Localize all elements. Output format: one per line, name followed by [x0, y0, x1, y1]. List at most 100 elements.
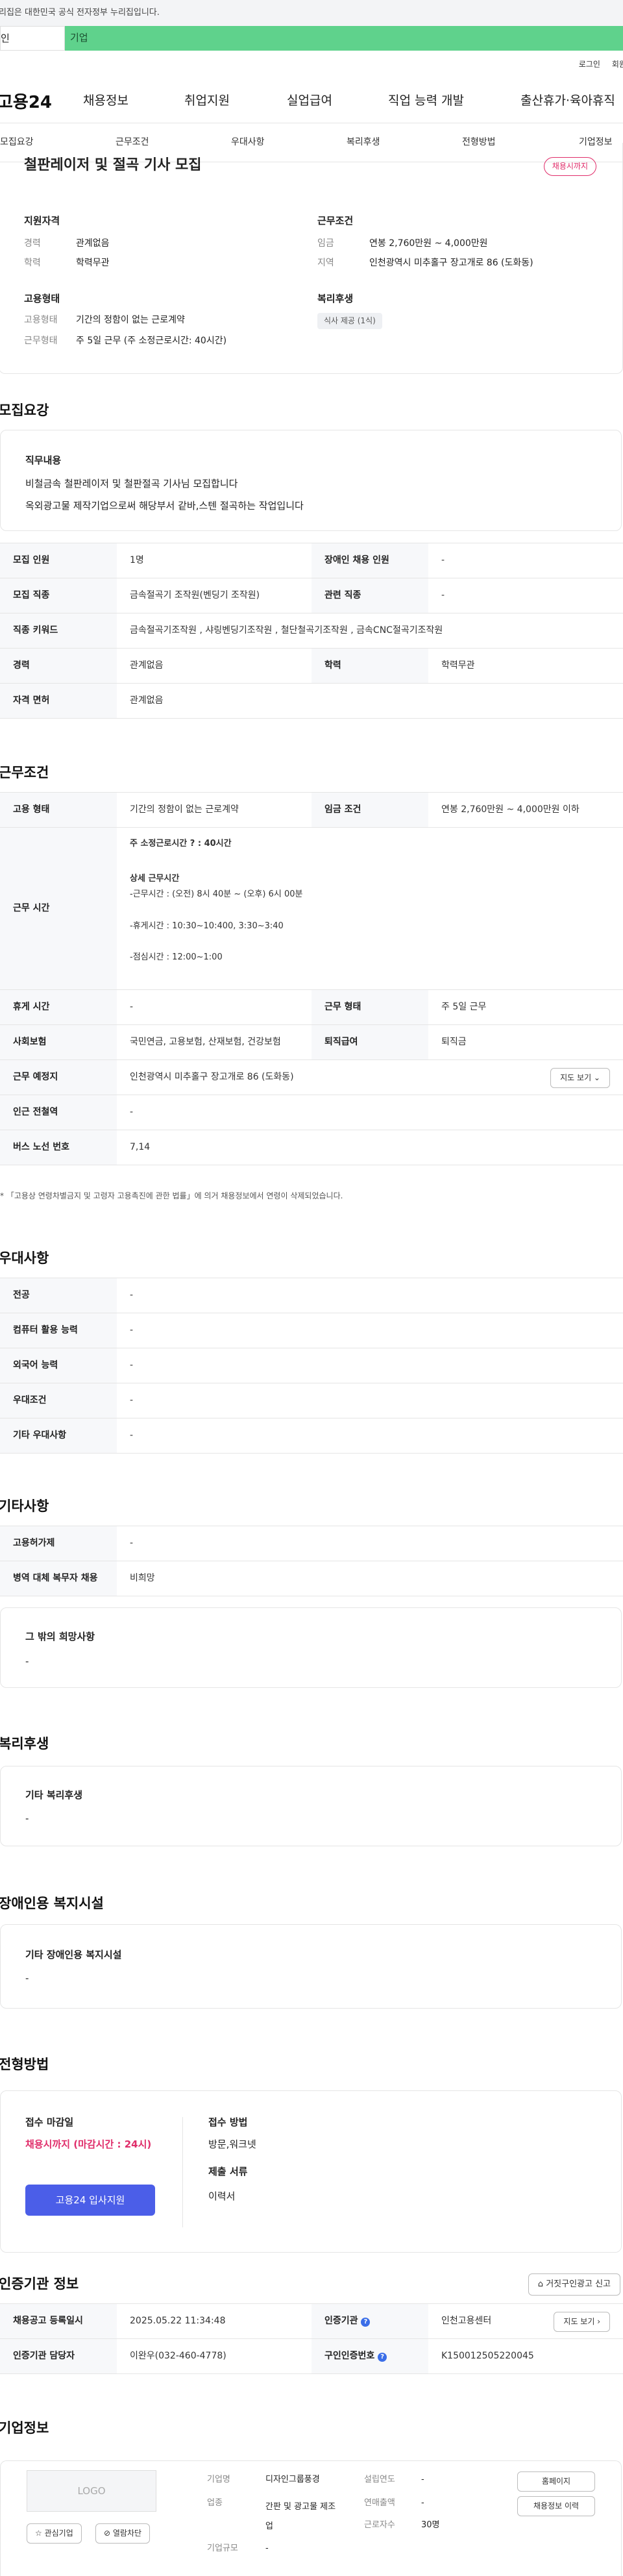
row-label: 직종 키워드 [0, 613, 117, 649]
site-tab-personal[interactable]: 인 [0, 26, 65, 51]
nav-vocational-training[interactable]: 직업 능력 개발 [388, 92, 464, 110]
recruit-table: 모집 인원 1명 장애인 채용 인원 - 모집 직종 금속절곡기 조작원(벤딩기… [0, 543, 623, 719]
login-link[interactable]: 로그인 [579, 59, 600, 70]
row-label: 외국어 능력 [0, 1348, 117, 1383]
site-logo[interactable]: 고용24 [0, 91, 52, 114]
row-value: - [117, 1348, 623, 1383]
false-ad-report-button[interactable]: ⌂ 거짓구인광고 신고 [528, 2273, 620, 2296]
info-icon[interactable]: ? [378, 2352, 387, 2362]
row-value: - [428, 543, 623, 578]
table-row: 우대조건 - [0, 1383, 623, 1418]
job-summary-card: 철판레이저 및 절곡 기사 모집 채용시까지 지원자격 경력 관계없음 학력 학… [0, 143, 623, 374]
apply-button[interactable]: 고용24 입사지원 [25, 2185, 155, 2216]
founded-value: - [421, 2475, 424, 2484]
company-size-value: - [265, 2544, 269, 2553]
row-label: 휴게 시간 [0, 989, 117, 1025]
work-hours-cell: 주 소정근로시간 ? : 40시간 상세 근무시간 -근무시간 : (오전) 8… [117, 827, 623, 990]
favorite-company-button[interactable]: ☆ 관심기업 [27, 2523, 82, 2544]
welfare-section-title: 복리후생 [0, 1736, 49, 1752]
conditions-heading: 근무조건 [317, 215, 354, 227]
conditions-table: 고용 형태 기간의 정함이 없는 근로계약 임금 조건 연봉 2,760만원 ~… [0, 792, 623, 1165]
util-links: 로그인 회원가 [0, 51, 623, 78]
table-row: 모집 인원 1명 장애인 채용 인원 - [0, 543, 623, 578]
row-value: 2025.05.22 11:34:48 [117, 2303, 312, 2339]
hours-line-2: -휴게시간 : 10:30~10:400, 3:30~3:40 [130, 921, 284, 931]
region-value: 인천광역시 미추홀구 장고개로 86 (도화동) [369, 258, 533, 268]
preferences-section-title: 우대사항 [0, 1250, 49, 1266]
row-label: 채용공고 등록일시 [0, 2303, 117, 2339]
staff-label: 근로자수 [364, 2520, 395, 2530]
nav-jobs[interactable]: 채용정보 [83, 92, 128, 110]
career-value: 관계없음 [76, 238, 110, 249]
row-value: - [117, 989, 312, 1025]
row-value: 금속절곡기조작원 , 샤링벤딩기조작원 , 철단철곡기조작원 , 금속CNC절곡… [117, 613, 623, 649]
hours-main: 주 소정근로시간 ? : 40시간 [130, 839, 232, 848]
row-value: - [117, 1418, 623, 1454]
duty-line-2: 옥외광고물 제작기업으로써 해당부서 같바,스텐 절곡하는 작업입니다 [25, 500, 304, 512]
table-row: 버스 노선 번호 7,14 [0, 1130, 623, 1165]
sales-label: 연매출액 [364, 2498, 395, 2508]
hours-detail-title: 상세 근무시간 [130, 874, 180, 884]
homepage-button[interactable]: 홈페이지 [517, 2471, 595, 2492]
nav-employment-support[interactable]: 취업지원 [184, 92, 230, 110]
page: 리집은 대한민국 공식 전자정부 누리집입니다. 인 기업 로그인 회원가 고용… [0, 0, 623, 2576]
nav-parental-leave[interactable]: 출산휴가·육아휴직 [520, 92, 615, 110]
table-row: 근무 예정지 인천광역시 미추홀구 장고개로 86 (도화동) 지도 보기 ⌄ [0, 1059, 623, 1095]
company-box: LOGO ☆ 관심기업 ⊘ 열람차단 기업명 디자인그룹풍경 업종 간판 및 광… [0, 2460, 622, 2576]
row-label: 고용 형태 [0, 792, 117, 828]
row-value: - [117, 1313, 623, 1348]
place-value: 인천광역시 미추홀구 장고개로 86 (도화동) [130, 1071, 294, 1082]
conditions-section-title: 근무조건 [0, 765, 49, 780]
docs-label: 제출 서류 [208, 2166, 248, 2177]
table-row: 인근 전철역 - [0, 1095, 623, 1130]
info-icon[interactable]: ? [361, 2317, 371, 2327]
row-value: 국민연금, 고용보험, 산재보험, 건강보험 [117, 1024, 312, 1060]
row-label: 학력 [312, 648, 428, 684]
education-label: 학력 [24, 258, 41, 268]
disabled-value: - [25, 1972, 29, 1984]
row-label: 컴퓨터 활용 능력 [0, 1313, 117, 1348]
method-label: 접수 방법 [208, 2116, 248, 2128]
others-section-title: 기타사항 [0, 1498, 49, 1514]
industry-value: 간판 및 광고물 제조업 [265, 2502, 336, 2531]
signup-link[interactable]: 회원가 [612, 59, 623, 70]
row-value: 인천광역시 미추홀구 장고개로 86 (도화동) 지도 보기 ⌄ [117, 1059, 623, 1095]
row-label: 사회보험 [0, 1024, 117, 1060]
table-row: 전공 - [0, 1278, 623, 1313]
industry-label: 업종 [207, 2498, 223, 2508]
row-value: 관계없음 [117, 683, 623, 719]
row-label: 경력 [0, 648, 117, 684]
row-value: 연봉 2,760만원 ~ 4,000만원 이하 [428, 792, 623, 828]
row-label: 인증기관 담당자 [0, 2338, 117, 2374]
row-value: 퇴직금 [428, 1024, 623, 1060]
method-value: 방문,워크넷 [208, 2138, 256, 2150]
table-row: 컴퓨터 활용 능력 - [0, 1313, 623, 1348]
site-tab-company[interactable]: 기업 [65, 26, 623, 51]
row-label: 관련 직종 [312, 578, 428, 613]
etc-wishes-box: 그 밖의 희망사항 - [0, 1607, 622, 1688]
welfare-heading: 복리후생 [317, 293, 354, 304]
career-label: 경력 [24, 238, 41, 249]
agency-map-button[interactable]: 지도 보기 › [554, 2312, 610, 2332]
nav-unemployment-benefit[interactable]: 실업급여 [287, 92, 332, 110]
row-label: 임금 조건 [312, 792, 428, 828]
row-value: 관계없음 [117, 648, 312, 684]
row-value: - [117, 1526, 623, 1561]
job-history-button[interactable]: 채용정보 이력 [517, 2496, 595, 2516]
docs-value: 이력서 [208, 2190, 236, 2202]
gov-notice-bar: 리집은 대한민국 공식 전자정부 누리집입니다. [0, 0, 623, 26]
block-company-button[interactable]: ⊘ 열람차단 [95, 2523, 151, 2544]
report-label: 거짓구인광고 신고 [546, 2279, 611, 2289]
welfare-label: 기타 복리후생 [25, 1789, 83, 1801]
others-table: 고용허가제 - 병역 대체 복무자 채용 비희망 [0, 1526, 623, 1596]
work-type-value: 주 5일 근무 (주 소정근로시간: 40시간) [76, 336, 227, 346]
welfare-chip: 식사 제공 (1식) [317, 313, 382, 329]
row-value: 1명 [117, 543, 312, 578]
welfare-value: - [25, 1813, 29, 1824]
map-view-button[interactable]: 지도 보기 ⌄ [550, 1068, 610, 1088]
cert-label: 구인인증번호 [324, 2350, 375, 2361]
table-row: 고용 형태 기간의 정함이 없는 근로계약 임금 조건 연봉 2,760만원 ~… [0, 792, 623, 828]
row-label: 병역 대체 복무자 채용 [0, 1561, 117, 1596]
row-label: 기타 우대사항 [0, 1418, 117, 1454]
duty-box: 직무내용 비철금속 철판레이저 및 철판절곡 기사님 모집합니다 옥외광고물 제… [0, 430, 622, 531]
